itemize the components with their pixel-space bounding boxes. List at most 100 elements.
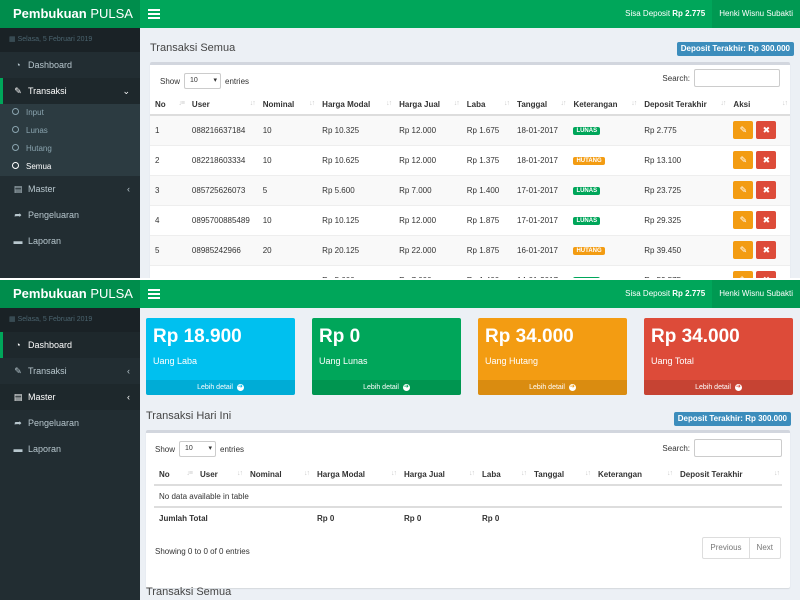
column-header[interactable]: Aksi ↓↑: [728, 95, 790, 116]
length-control: Show 10 entries: [155, 441, 244, 457]
pencil-icon: ✎: [739, 215, 748, 225]
next-button[interactable]: Next: [748, 538, 780, 558]
stat-box: Rp 18.900 Uang Laba Lebih detail ➜: [146, 318, 295, 395]
sort-icon: ↓↑: [782, 100, 788, 107]
column-header[interactable]: Tanggal ↓↑: [529, 465, 593, 486]
column-header[interactable]: Deposit Terakhir ↓↑: [639, 95, 729, 116]
sidebar-item-pengeluaran[interactable]: ➦ Pengeluaran: [0, 202, 140, 228]
delete-button[interactable]: ✖: [756, 181, 777, 199]
more-info-link[interactable]: Lebih detail ➜: [478, 380, 627, 395]
sidebar-item-master[interactable]: ▤ Master ‹: [0, 384, 140, 410]
column-header[interactable]: Deposit Terakhir ↓↑: [675, 465, 782, 486]
sidebar-item-laporan[interactable]: ▬ Laporan: [0, 436, 140, 462]
column-header[interactable]: User ↓↑: [186, 95, 258, 116]
sort-icon: ↓↑: [774, 470, 780, 477]
sidebar-item-transaksi[interactable]: ✎ Transaksi ⌄: [0, 78, 140, 104]
pencil-icon: ✎: [739, 125, 748, 136]
sidebar-subitem-lunas[interactable]: Lunas: [0, 122, 140, 140]
close-icon: ✖: [762, 125, 771, 136]
status-badge: LUNAS: [573, 217, 601, 225]
edit-button[interactable]: ✎: [733, 151, 754, 169]
edit-button[interactable]: ✎: [733, 241, 754, 259]
delete-button[interactable]: ✖: [756, 151, 777, 169]
folder-icon: ▬: [13, 444, 23, 454]
column-header[interactable]: Harga Jual ↓↑: [394, 95, 462, 116]
edit-button[interactable]: ✎: [733, 211, 754, 229]
column-header[interactable]: Harga Modal ↓↑: [317, 95, 395, 116]
sidebar-subitem-hutang[interactable]: Hutang: [0, 140, 140, 158]
column-header[interactable]: Keterangan ↓↑: [568, 95, 640, 116]
cell-user: 085725626073: [186, 174, 258, 205]
stat-box: Rp 34.000 Uang Total Lebih detail ➜: [644, 318, 793, 395]
delete-button[interactable]: ✖: [756, 271, 777, 278]
cell-nominal: 10: [257, 144, 318, 175]
main-content: Transaksi Semua Deposit Terakhir: Rp 300…: [140, 28, 800, 278]
sidebar-item-transaksi[interactable]: ✎ Transaksi ‹: [0, 358, 140, 384]
sort-icon: ↓↑: [469, 470, 475, 477]
cell-laba: Rp 1.400: [461, 264, 513, 278]
column-header[interactable]: Laba ↓↑: [477, 465, 529, 486]
sidebar-item-master[interactable]: ▤ Master ‹: [0, 176, 140, 202]
cell-user: 088216637184: [186, 114, 258, 145]
sidebar-toggle-icon[interactable]: [148, 287, 160, 301]
stat-caption: Uang Hutang: [485, 356, 539, 366]
book-icon: ▤: [13, 392, 23, 402]
sidebar-toggle-icon[interactable]: [148, 7, 160, 21]
sort-icon: ↓↑: [631, 100, 637, 107]
sidebar-subitem-input[interactable]: Input: [0, 104, 140, 122]
sidebar-item-dashboard[interactable]: ◔ Dashboard: [0, 332, 140, 358]
column-header[interactable]: Keterangan ↓↑: [593, 465, 675, 486]
action-cell: ✎✖: [728, 204, 790, 235]
sort-icon: ↓↑: [304, 470, 310, 477]
app-logo[interactable]: Pembukuan PULSA: [0, 280, 140, 308]
sidebar-item-pengeluaran[interactable]: ➦ Pengeluaran: [0, 410, 140, 436]
sidebar-item-dashboard[interactable]: ◔ Dashboard: [0, 52, 140, 78]
action-cell: ✎✖: [728, 174, 790, 205]
more-info-label: Lebih detail: [197, 384, 233, 391]
cell-nominal: [257, 264, 318, 278]
edit-button[interactable]: ✎: [733, 181, 754, 199]
app-logo[interactable]: Pembukuan PULSA: [0, 0, 140, 28]
table-row: 3 085725626073 5 Rp 5.600 Rp 7.000 Rp 1.400 17…: [150, 174, 790, 205]
sort-icon: ↓≡: [178, 100, 185, 107]
cell-deposit: Rp 23.725: [639, 174, 729, 205]
previous-button[interactable]: Previous: [703, 538, 748, 558]
column-header[interactable]: Nominal ↓↑: [245, 465, 312, 486]
sidebar-item-laporan[interactable]: ▬ Laporan: [0, 228, 140, 254]
length-select[interactable]: 10: [179, 441, 217, 457]
edit-button[interactable]: ✎: [733, 121, 754, 140]
edit-button[interactable]: ✎: [733, 271, 754, 278]
column-header[interactable]: No ↓≡: [154, 465, 195, 486]
status-cell: LUNAS: [568, 204, 640, 235]
close-icon: ✖: [762, 245, 771, 255]
delete-button[interactable]: ✖: [756, 241, 777, 259]
delete-button[interactable]: ✖: [756, 211, 777, 229]
column-header[interactable]: Laba ↓↑: [461, 95, 513, 116]
cell-deposit: Rp 59.575: [639, 264, 729, 278]
total-laba: Rp 0: [477, 506, 529, 529]
cell-modal: Rp 10.325: [317, 114, 395, 145]
column-header[interactable]: Nominal ↓↑: [257, 95, 318, 116]
more-info-link[interactable]: Lebih detail ➜: [644, 380, 793, 395]
column-header[interactable]: Harga Jual ↓↑: [399, 465, 477, 486]
cell-no: 5: [150, 234, 187, 265]
search-input[interactable]: [694, 439, 782, 457]
column-header[interactable]: User ↓↑: [195, 465, 245, 486]
more-info-link[interactable]: Lebih detail ➜: [312, 380, 461, 395]
calendar-icon: ▦: [9, 316, 16, 323]
user-menu[interactable]: Henki Wisnu Subakti: [712, 280, 800, 308]
more-info-link[interactable]: Lebih detail ➜: [146, 380, 295, 395]
cell-nominal: 10: [257, 114, 318, 145]
column-header[interactable]: Harga Modal ↓↑: [312, 465, 399, 486]
table-info: Showing 0 to 0 of 0 entries: [155, 547, 250, 556]
cell-jual: Rp 12.000: [394, 114, 462, 145]
column-header[interactable]: Tanggal ↓↑: [512, 95, 569, 116]
section-title-semua: Transaksi Semua: [146, 586, 232, 598]
column-header[interactable]: No ↓≡: [150, 95, 187, 116]
search-input[interactable]: [694, 69, 780, 87]
delete-button[interactable]: ✖: [756, 121, 777, 140]
sidebar-subitem-semua[interactable]: Semua: [0, 158, 140, 176]
length-select[interactable]: 10: [184, 73, 222, 89]
deposit-badge: Deposit Terakhir: Rp 300.000: [673, 412, 791, 426]
user-menu[interactable]: Henki Wisnu Subakti: [712, 0, 800, 28]
